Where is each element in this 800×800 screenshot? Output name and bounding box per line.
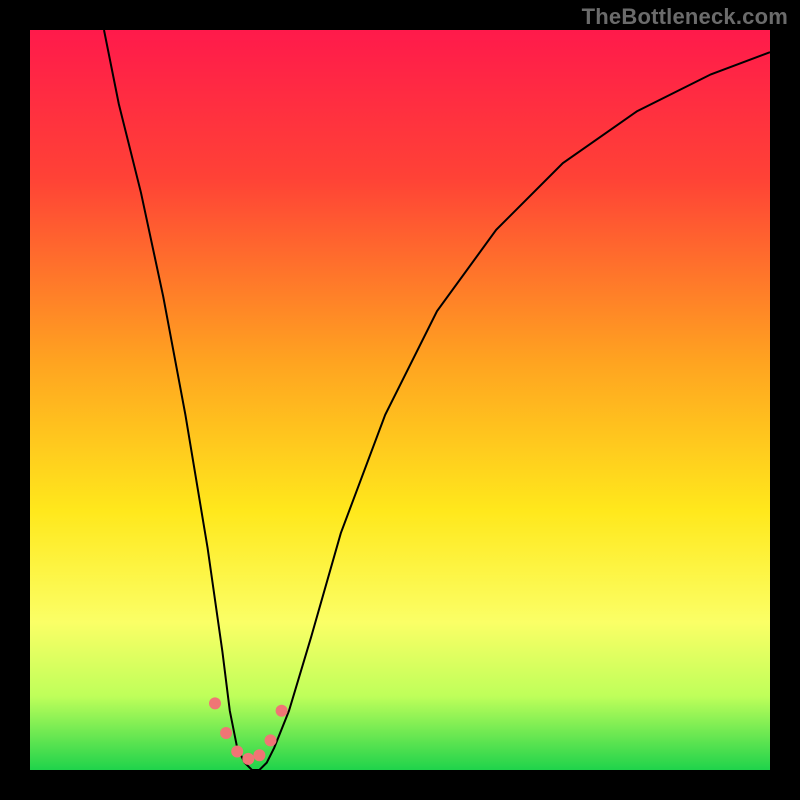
- highlighted-point: [242, 753, 254, 765]
- highlighted-point: [220, 727, 232, 739]
- chart-background: [30, 30, 770, 770]
- highlighted-point: [265, 734, 277, 746]
- chart-svg: [30, 30, 770, 770]
- highlighted-point: [253, 749, 265, 761]
- chart-plot-area: [30, 30, 770, 770]
- highlighted-point: [209, 697, 221, 709]
- highlighted-point: [276, 705, 288, 717]
- highlighted-point: [231, 746, 243, 758]
- attribution-text: TheBottleneck.com: [582, 4, 788, 30]
